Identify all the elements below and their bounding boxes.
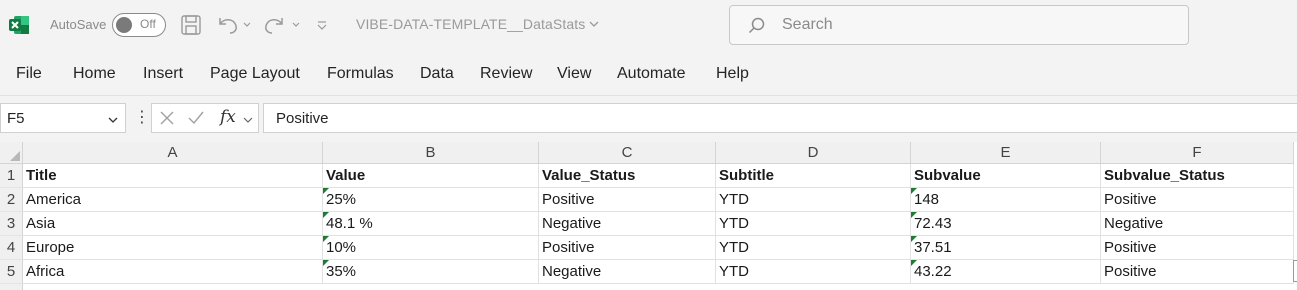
- tab-formulas[interactable]: Formulas: [327, 65, 394, 83]
- document-title[interactable]: VIBE-DATA-TEMPLATE__DataStats: [356, 16, 585, 32]
- tab-view[interactable]: View: [557, 65, 591, 83]
- column-header-e[interactable]: E: [911, 142, 1101, 164]
- cell-e4[interactable]: 37.51: [911, 236, 1101, 260]
- cell-d2[interactable]: YTD: [716, 188, 911, 212]
- customize-toolbar-icon[interactable]: [316, 12, 328, 38]
- cell-e1[interactable]: Subvalue: [911, 164, 1101, 188]
- cell-a3[interactable]: Asia: [23, 212, 323, 236]
- column-header-f[interactable]: F: [1101, 142, 1294, 164]
- cell-b3[interactable]: 48.1 %: [323, 212, 539, 236]
- insert-function-icon[interactable]: fx: [220, 107, 236, 127]
- tab-help[interactable]: Help: [716, 65, 749, 83]
- chevron-down-icon[interactable]: [242, 113, 254, 131]
- cell-d3[interactable]: YTD: [716, 212, 911, 236]
- cell-c3[interactable]: Negative: [539, 212, 716, 236]
- cell-f1[interactable]: Subvalue_Status: [1101, 164, 1294, 188]
- autosave-toggle[interactable]: Off: [112, 13, 166, 37]
- chevron-down-icon[interactable]: [107, 113, 119, 131]
- cell-c2[interactable]: Positive: [539, 188, 716, 212]
- cell-c1[interactable]: Value_Status: [539, 164, 716, 188]
- redo-dropdown-icon[interactable]: [291, 12, 301, 38]
- cell-c5[interactable]: Negative: [539, 260, 716, 284]
- cell-d1[interactable]: Subtitle: [716, 164, 911, 188]
- cell-b4[interactable]: 10%: [323, 236, 539, 260]
- excel-logo-icon: [8, 14, 30, 36]
- enter-icon[interactable]: [187, 110, 205, 131]
- formula-input[interactable]: Positive: [263, 103, 1297, 133]
- cell-d5[interactable]: YTD: [716, 260, 911, 284]
- column-header-c[interactable]: C: [539, 142, 716, 164]
- more-options-icon[interactable]: ⋮: [134, 108, 150, 128]
- tab-automate[interactable]: Automate: [617, 65, 685, 83]
- cell-a5[interactable]: Africa: [23, 260, 323, 284]
- row-header-3[interactable]: 3: [0, 212, 23, 236]
- cell-e2[interactable]: 148: [911, 188, 1101, 212]
- column-header-d[interactable]: D: [716, 142, 911, 164]
- row-header-6[interactable]: [0, 284, 23, 290]
- cell-e5[interactable]: 43.22: [911, 260, 1101, 284]
- cell-e3[interactable]: 72.43: [911, 212, 1101, 236]
- select-all-corner[interactable]: [0, 142, 23, 164]
- cell-f4[interactable]: Positive: [1101, 236, 1294, 260]
- formula-content: Positive: [276, 110, 329, 127]
- tab-home[interactable]: Home: [73, 65, 116, 83]
- search-placeholder: Search: [782, 16, 833, 33]
- column-header-b[interactable]: B: [323, 142, 539, 164]
- column-header-a[interactable]: A: [23, 142, 323, 164]
- row-header-1[interactable]: 1: [0, 164, 23, 188]
- cell-a1[interactable]: Title: [23, 164, 323, 188]
- title-bar: AutoSave Off VIBE-DATA-TEMPLATE__DataSta…: [0, 0, 1297, 50]
- ribbon-tabs: File Home Insert Page Layout Formulas Da…: [0, 50, 1297, 96]
- tab-review[interactable]: Review: [480, 65, 532, 83]
- select-all-icon: [10, 151, 20, 161]
- cell-a4[interactable]: Europe: [23, 236, 323, 260]
- cell-b2[interactable]: 25%: [323, 188, 539, 212]
- row-header-5[interactable]: 5: [0, 260, 23, 284]
- cell-f3[interactable]: Negative: [1101, 212, 1294, 236]
- selection-indicator: [1293, 260, 1297, 282]
- tab-data[interactable]: Data: [420, 65, 454, 83]
- cell-f2[interactable]: Positive: [1101, 188, 1294, 212]
- cancel-icon[interactable]: [159, 110, 175, 131]
- worksheet-grid: A B C D E F 1 2 3 4 5 Title Value Value_…: [0, 142, 1297, 290]
- save-icon[interactable]: [180, 12, 202, 38]
- name-box-value: F5: [7, 110, 25, 127]
- cell-c4[interactable]: Positive: [539, 236, 716, 260]
- tab-page-layout[interactable]: Page Layout: [210, 65, 300, 83]
- redo-icon[interactable]: [262, 12, 286, 38]
- cell-b1[interactable]: Value: [323, 164, 539, 188]
- search-box[interactable]: Search: [729, 5, 1189, 45]
- formula-bar: F5 ⋮ fx Positive: [0, 96, 1297, 142]
- autosave-label: AutoSave: [50, 17, 107, 32]
- formula-tools: fx: [151, 103, 259, 133]
- row-header-2[interactable]: 2: [0, 188, 23, 212]
- cell-d4[interactable]: YTD: [716, 236, 911, 260]
- cell-a2[interactable]: America: [23, 188, 323, 212]
- autosave-state: Off: [140, 17, 156, 31]
- cell-f5[interactable]: Positive: [1101, 260, 1294, 284]
- name-box[interactable]: F5: [0, 103, 126, 133]
- undo-icon[interactable]: [216, 12, 240, 38]
- row-header-4[interactable]: 4: [0, 236, 23, 260]
- search-icon: [748, 17, 766, 40]
- tab-file[interactable]: File: [16, 65, 42, 83]
- undo-dropdown-icon[interactable]: [242, 12, 252, 38]
- cell-b5[interactable]: 35%: [323, 260, 539, 284]
- tab-insert[interactable]: Insert: [143, 65, 183, 83]
- toggle-knob: [116, 17, 132, 33]
- chevron-down-icon[interactable]: [588, 17, 600, 35]
